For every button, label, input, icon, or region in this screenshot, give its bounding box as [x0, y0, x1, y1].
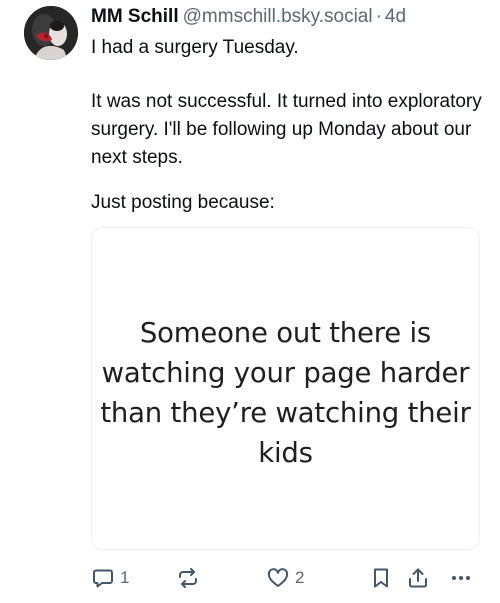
embedded-image-line: watching your page harder: [101, 357, 470, 389]
embedded-image-text: Someone out there is watching your page …: [92, 313, 479, 473]
bookmark-icon: [374, 568, 388, 588]
timestamp[interactable]: 4d: [385, 6, 406, 27]
avatar[interactable]: [24, 6, 78, 60]
avatar-image: [24, 6, 78, 60]
share-button[interactable]: [406, 564, 430, 592]
more-icon: [452, 576, 470, 580]
reply-icon: [93, 569, 113, 588]
share-icon: [409, 568, 427, 588]
like-button[interactable]: 2: [266, 564, 304, 592]
heart-icon: [267, 568, 289, 587]
more-options-button[interactable]: [449, 564, 473, 592]
bookmark-button[interactable]: [369, 564, 393, 592]
reply-button[interactable]: 1: [91, 564, 129, 592]
repost-button[interactable]: [176, 564, 200, 592]
post-text-paragraph: Just posting because:: [91, 192, 275, 213]
embedded-image[interactable]: Someone out there is watching your page …: [91, 227, 480, 550]
post-header: MM Schill @mmschill.bsky.social · 4d: [91, 4, 490, 30]
post-text-paragraph: I had a surgery Tuesday.: [91, 37, 299, 58]
repost-icon: [179, 568, 197, 588]
embedded-image-line: kids: [258, 437, 313, 469]
post: MM Schill @mmschill.bsky.social · 4d I had …: [0, 0, 500, 603]
separator: ·: [375, 6, 382, 27]
embedded-image-line: than they’re watching their: [100, 397, 471, 429]
embedded-image-line: Someone out there is: [139, 317, 432, 349]
post-text-paragraph: It was not successful. It turned into ex…: [91, 91, 482, 168]
reply-count: 1: [120, 568, 130, 587]
action-bar: 1 2: [0, 564, 500, 592]
like-count: 2: [295, 568, 305, 587]
handle[interactable]: @mmschill.bsky.social: [183, 6, 373, 27]
display-name[interactable]: MM Schill: [91, 6, 179, 27]
